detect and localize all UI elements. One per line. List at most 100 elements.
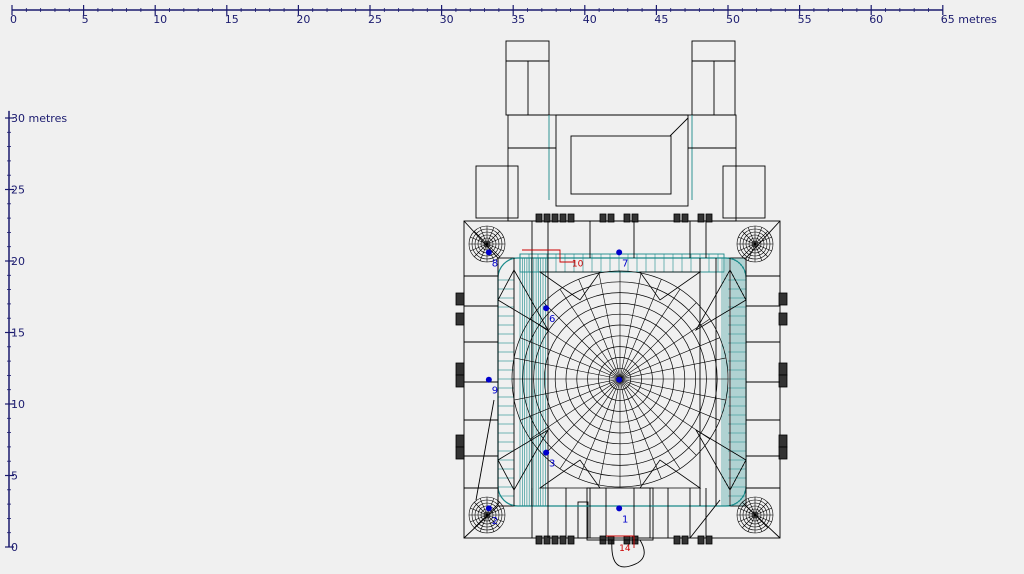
survey-point-6 (543, 305, 550, 312)
minaret-rib (754, 231, 768, 245)
minaret-rib (474, 231, 488, 245)
entrance-porch (586, 487, 654, 541)
dome-rib (619, 337, 720, 380)
minaret-rib (742, 231, 756, 245)
plan-line (669, 117, 689, 137)
x-scale-tick-label: 10 (153, 13, 167, 26)
corner-minaret (736, 225, 774, 263)
side-buttress (778, 312, 788, 326)
buttress (673, 535, 681, 545)
dome-rib (619, 378, 720, 421)
buttress (535, 213, 543, 223)
red-marker-label: 10 (572, 259, 584, 269)
annex-west (475, 165, 519, 219)
buttress (705, 535, 713, 545)
buttress (681, 535, 689, 545)
x-scale-tick-label: 60 (869, 13, 883, 26)
buttress (623, 213, 631, 223)
survey-point-4 (616, 376, 623, 383)
y-scale-tick-label: 20 (11, 255, 25, 268)
minaret-rib (474, 514, 488, 528)
buttress (599, 213, 607, 223)
minaret-tower-east (691, 40, 736, 116)
y-scale-tick-label: 10 (11, 398, 25, 411)
survey-point-3 (543, 449, 550, 456)
x-scale-tick-label: 20 (296, 13, 310, 26)
side-buttress (778, 446, 788, 460)
side-buttress (455, 446, 465, 460)
x-scale-tick-label: 25 (368, 13, 382, 26)
survey-point-1 (616, 505, 623, 512)
minaret-rib (754, 502, 768, 516)
porch-side (577, 501, 589, 539)
survey-point-7 (616, 249, 623, 256)
x-scale-tick-label: 35 (511, 13, 525, 26)
survey-points: 1 2 3 9 6 7 8 10 14 (485, 249, 631, 554)
buttress (543, 535, 551, 545)
buttress (559, 213, 567, 223)
side-buttress (455, 362, 465, 376)
pendentive (694, 269, 747, 332)
vertical-scale-bar: 0 5 10 15 20 25 30 metres (5, 110, 67, 554)
red-annotation-line (522, 249, 575, 263)
side-buttress (778, 362, 788, 376)
corner-minaret (736, 496, 774, 534)
north-court (555, 114, 689, 207)
minaret-rib (742, 502, 756, 516)
x-scale-tick-label: 30 (440, 13, 454, 26)
dome-rib (578, 279, 621, 380)
floor-plan-viewer[interactable]: 0 5 10 15 20 25 30 35 40 45 50 55 60 65 metres 0 5 10 15… (0, 0, 1024, 574)
buttress (607, 213, 615, 223)
dome-rib (520, 378, 621, 421)
buttress (697, 535, 705, 545)
y-scale-tick-label: 5 (11, 470, 18, 483)
x-scale-tick-label: 55 (798, 13, 812, 26)
buttress (543, 213, 551, 223)
corner-minaret (468, 225, 506, 263)
side-buttress (455, 374, 465, 388)
dome-rib (578, 378, 621, 479)
survey-point-label: 2 (492, 516, 498, 527)
horizontal-scale-bar: 0 5 10 15 20 25 30 35 40 45 50 55 60 65 metres (10, 5, 997, 26)
side-buttress (455, 292, 465, 306)
buttress (697, 213, 705, 223)
north-court-inner (570, 135, 672, 195)
buttress (551, 535, 559, 545)
survey-point-5 (485, 376, 492, 383)
x-scale-tick-label: 0 (10, 13, 17, 26)
survey-point-2 (485, 505, 492, 512)
buttress (705, 213, 713, 223)
dome-rib (619, 378, 662, 479)
plan-line (463, 220, 499, 259)
red-marker-label: 14 (619, 544, 631, 554)
plan-line (475, 399, 495, 501)
minaret-rib (742, 514, 756, 528)
minaret-tower-west (505, 40, 550, 116)
survey-point-label: 9 (492, 386, 498, 397)
x-scale-tick-label: 65 metres (941, 13, 997, 26)
pendentive (639, 459, 702, 489)
side-buttress (778, 374, 788, 388)
x-scale-tick-label: 40 (583, 13, 597, 26)
buttress (559, 535, 567, 545)
x-scale-tick-label: 15 (225, 13, 239, 26)
side-buttress (455, 312, 465, 326)
minaret-rib (474, 243, 488, 257)
side-buttress (778, 434, 788, 448)
minaret-rib (486, 231, 500, 245)
survey-point-label: 6 (549, 314, 555, 325)
x-scale-tick-label: 5 (82, 13, 89, 26)
side-buttress (778, 292, 788, 306)
survey-point-label: 3 (549, 459, 555, 470)
buttress (681, 213, 689, 223)
dome-rib (619, 279, 662, 380)
dome-rib (520, 337, 621, 380)
survey-point-label: 7 (622, 258, 628, 269)
minaret-rib (474, 502, 488, 516)
buttress (567, 535, 575, 545)
buttress (535, 535, 543, 545)
survey-point-label: 8 (492, 258, 498, 269)
mosque-floor-plan (455, 40, 788, 568)
y-scale-tick-label: 0 (11, 541, 18, 554)
survey-point-8 (485, 249, 492, 256)
